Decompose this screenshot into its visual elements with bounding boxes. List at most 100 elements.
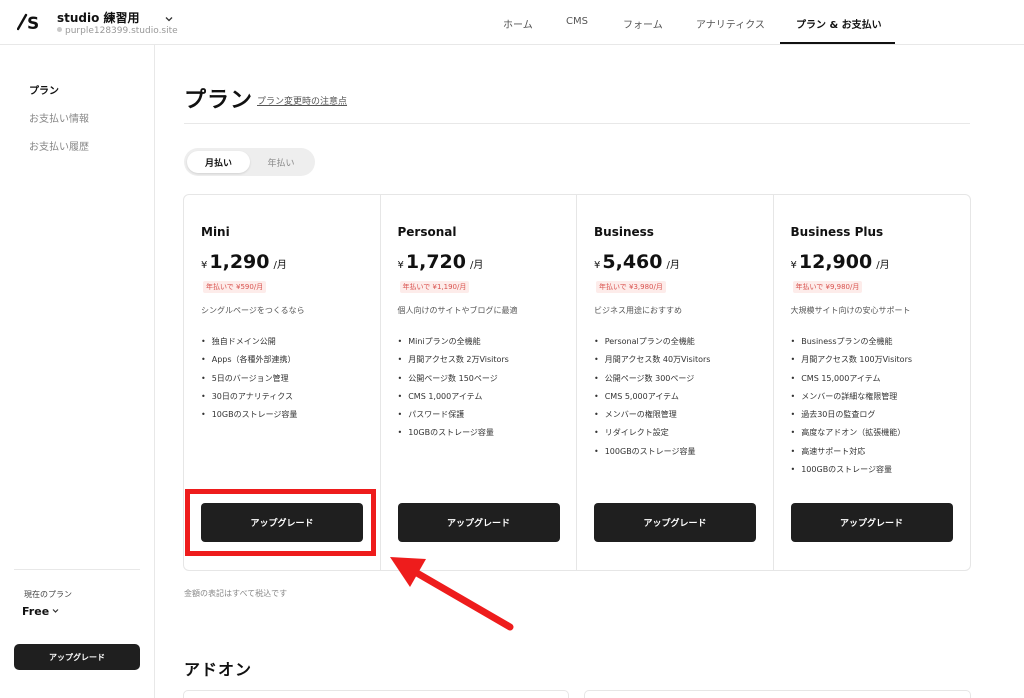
site-url-text: purple128399.studio.site <box>65 26 178 36</box>
yearly-price-badge: 年払いで ¥1,190/月 <box>399 281 470 293</box>
plan-price: ¥1,720/月 <box>398 251 484 273</box>
plan-name: Business <box>594 225 654 239</box>
upgrade-button-personal[interactable]: アップグレード <box>397 503 560 542</box>
feature-list: Businessプランの全機能 月間アクセス数 100万Visitors CMS… <box>791 333 913 479</box>
addon-card <box>584 690 971 698</box>
feature-list: Miniプランの全機能 月間アクセス数 2万Visitors 公開ページ数 15… <box>398 333 509 443</box>
plan-price: ¥5,460/月 <box>594 251 680 273</box>
toggle-yearly[interactable]: 年払い <box>250 151 312 173</box>
price-unit: /月 <box>876 260 890 271</box>
feature-item: 公開ページ数 150ページ <box>398 370 509 388</box>
feature-item: メンバーの権限管理 <box>594 406 710 424</box>
plan-card-business: Business ¥5,460/月 年払いで ¥3,980/月 ビジネス用途にお… <box>577 195 774 570</box>
nav-cms[interactable]: CMS <box>566 16 588 27</box>
feature-item: 月間アクセス数 40万Visitors <box>594 351 711 369</box>
plan-card-business-plus: Business Plus ¥12,900/月 年払いで ¥9,980/月 大規… <box>774 195 971 570</box>
page-title: プラン <box>184 88 254 113</box>
feature-list: Personalプランの全機能 月間アクセス数 40万Visitors 公開ペー… <box>594 333 711 461</box>
feature-item: パスワード保護 <box>398 406 509 424</box>
feature-item: 10GBのストレージ容量 <box>201 406 298 424</box>
price-unit: /月 <box>469 260 484 271</box>
price-amount: 1,720 <box>405 251 466 273</box>
sidebar-item-payment-history[interactable]: お支払い履歴 <box>29 138 89 153</box>
feature-list: 独自ドメイン公開 Apps（各種外部連携） 5日のバージョン管理 30日のアナリ… <box>201 333 298 424</box>
feature-item: 月間アクセス数 2万Visitors <box>398 351 509 369</box>
feature-item: 100GBのストレージ容量 <box>791 461 913 479</box>
nav-analytics[interactable]: アナリティクス <box>696 16 765 31</box>
nav-active-underline <box>780 42 895 44</box>
price-amount: 5,460 <box>602 251 663 273</box>
plan-card-personal: Personal ¥1,720/月 年払いで ¥1,190/月 個人向けのサイト… <box>381 195 577 570</box>
feature-item: 過去30日の監査ログ <box>791 406 913 424</box>
addon-card <box>183 690 569 698</box>
svg-text:S: S <box>27 14 39 32</box>
sidebar-divider <box>14 569 140 570</box>
site-url: purple128399.studio.site <box>57 26 178 36</box>
current-plan-label: 現在のプラン <box>24 590 72 599</box>
upgrade-button-business[interactable]: アップグレード <box>594 503 756 542</box>
feature-item: 10GBのストレージ容量 <box>398 424 509 442</box>
current-plan-value: Free <box>22 605 50 618</box>
current-plan-dropdown[interactable]: Free <box>22 605 59 618</box>
currency-symbol: ¥ <box>790 260 797 271</box>
upgrade-button-business-plus[interactable]: アップグレード <box>790 503 953 542</box>
chevron-down-icon <box>52 609 59 613</box>
feature-item: メンバーの詳細な権限管理 <box>791 388 913 406</box>
price-unit: /月 <box>666 260 680 271</box>
currency-symbol: ¥ <box>201 260 208 271</box>
currency-symbol: ¥ <box>594 260 601 271</box>
sidebar-item-plan[interactable]: プラン <box>29 82 59 97</box>
plan-price: ¥1,290/月 <box>201 251 287 273</box>
price-unit: /月 <box>273 260 287 271</box>
price-amount: 12,900 <box>798 251 873 273</box>
feature-item: 公開ページ数 300ページ <box>594 370 710 388</box>
nav-form[interactable]: フォーム <box>623 16 663 31</box>
yearly-price-badge: 年払いで ¥590/月 <box>203 281 267 293</box>
plan-price: ¥12,900/月 <box>791 251 890 273</box>
feature-item: 100GBのストレージ容量 <box>594 443 710 461</box>
feature-item: CMS 15,000アイテム <box>791 370 913 388</box>
feature-item: Personalプランの全機能 <box>594 333 710 351</box>
studio-logo-icon[interactable]: S <box>17 12 43 32</box>
plan-description: 個人向けのサイトやブログに最適 <box>397 306 518 315</box>
yearly-price-badge: 年払いで ¥3,980/月 <box>596 281 666 293</box>
price-amount: 1,290 <box>209 251 270 273</box>
feature-item: Businessプランの全機能 <box>791 333 913 351</box>
plan-description: ビジネス用途におすすめ <box>594 306 682 315</box>
plan-description: シングルページをつくるなら <box>201 306 305 315</box>
feature-item: Miniプランの全機能 <box>398 333 509 351</box>
site-name[interactable]: studio 練習用 <box>57 9 140 26</box>
feature-item: 高速サポート対応 <box>791 443 913 461</box>
sidebar-upgrade-button[interactable]: アップグレード <box>14 644 140 670</box>
feature-item: リダイレクト設定 <box>594 424 710 442</box>
plan-name: Personal <box>397 225 457 239</box>
yearly-price-badge: 年払いで ¥9,980/月 <box>792 281 863 293</box>
annotation-arrow-icon <box>390 557 514 631</box>
plan-change-notes-link[interactable]: プラン変更時の注意点 <box>257 94 347 107</box>
currency-symbol: ¥ <box>397 260 404 271</box>
chevron-down-icon[interactable] <box>165 15 173 23</box>
sidebar-item-payment-info[interactable]: お支払い情報 <box>29 110 89 125</box>
feature-item: 月間アクセス数 100万Visitors <box>791 351 912 369</box>
plan-name: Mini <box>201 225 230 239</box>
feature-item: 5日のバージョン管理 <box>201 370 297 388</box>
plan-description: 大規模サイト向けの安心サポート <box>790 306 911 315</box>
feature-item: Apps（各種外部連携） <box>201 351 297 369</box>
nav-home[interactable]: ホーム <box>503 16 533 31</box>
status-dot-icon <box>57 27 62 32</box>
tax-note: 金額の表記はすべて税込です <box>184 589 288 598</box>
feature-item: 高度なアドオン（拡張機能） <box>791 424 913 442</box>
top-bar: S studio 練習用 purple128399.studio.site ホー… <box>0 0 1024 45</box>
feature-item: 30日のアナリティクス <box>201 388 297 406</box>
feature-item: CMS 1,000アイテム <box>398 388 509 406</box>
billing-cycle-toggle: 月払い 年払い <box>184 148 315 176</box>
sidebar: プラン お支払い情報 お支払い履歴 現在のプラン Free アップグレード <box>0 45 155 698</box>
feature-item: 独自ドメイン公開 <box>201 333 297 351</box>
feature-item: CMS 5,000アイテム <box>594 388 710 406</box>
title-divider <box>184 123 970 124</box>
nav-plan-billing[interactable]: プラン & お支払い <box>796 16 882 31</box>
annotation-highlight-box <box>185 489 376 556</box>
toggle-monthly[interactable]: 月払い <box>187 151 250 173</box>
plan-name: Business Plus <box>790 225 884 239</box>
addon-section-title: アドオン <box>184 660 253 679</box>
